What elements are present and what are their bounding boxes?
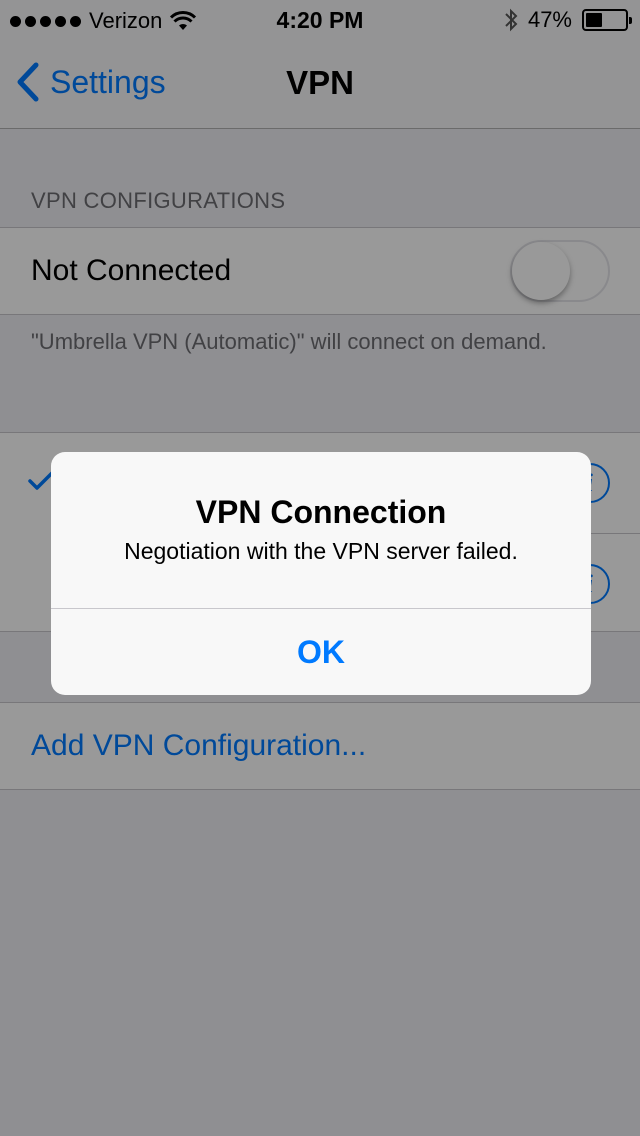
alert-message: Negotiation with the VPN server failed. xyxy=(124,538,518,564)
alert-dialog: VPN Connection Negotiation with the VPN … xyxy=(51,452,591,695)
alert-title: VPN Connection xyxy=(195,494,447,530)
ok-button[interactable]: OK xyxy=(51,609,591,695)
